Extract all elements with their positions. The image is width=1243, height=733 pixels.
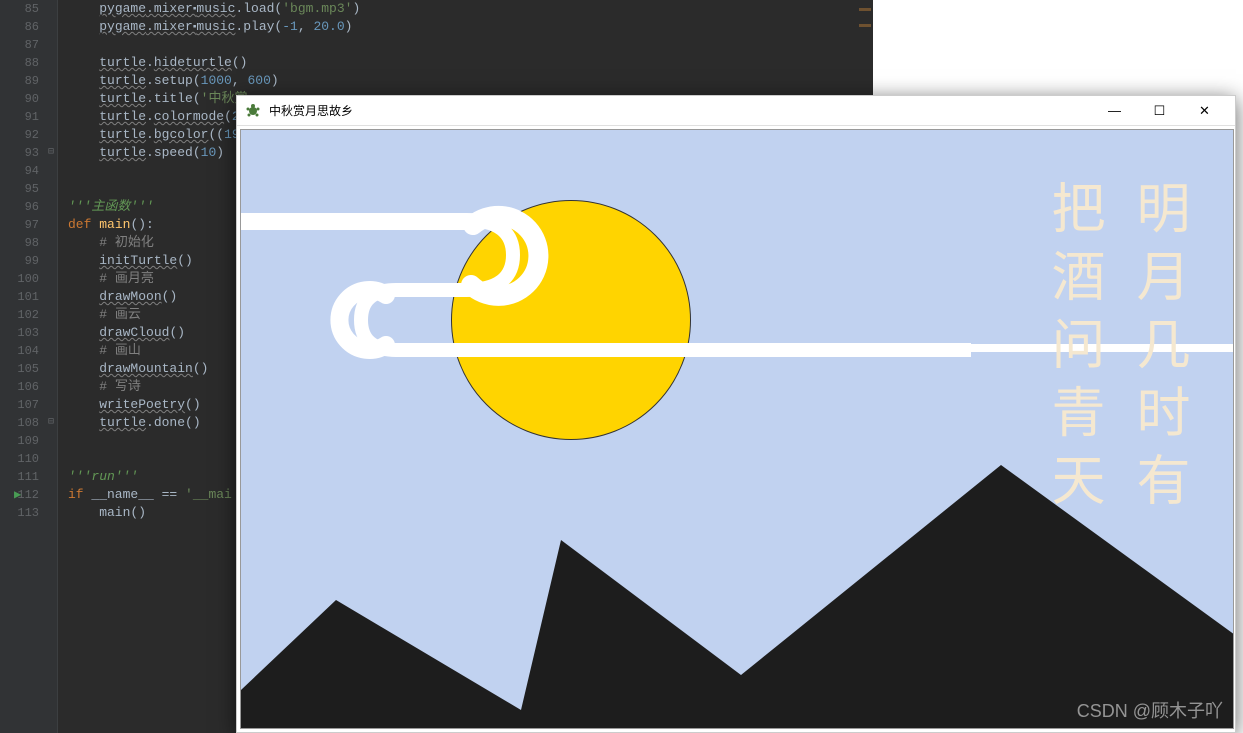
window-controls: — ☐ ✕ bbox=[1092, 97, 1227, 125]
window-title: 中秋赏月思故乡 bbox=[269, 102, 1092, 119]
maximize-button[interactable]: ☐ bbox=[1137, 97, 1182, 125]
turtle-canvas: 明月几时有 把酒问青天 bbox=[240, 129, 1234, 729]
watermark-text: CSDN @顾木子吖 bbox=[1077, 697, 1223, 723]
turtle-icon bbox=[245, 103, 261, 119]
minimize-button[interactable]: — bbox=[1092, 97, 1137, 125]
turtle-window: 中秋赏月思故乡 — ☐ ✕ 明月几时有 把酒问青天 bbox=[236, 95, 1236, 733]
line-gutter: 8586878889909192939495969798991001011021… bbox=[0, 0, 58, 733]
poetry-line-2: 把酒问青天 bbox=[1034, 180, 1113, 520]
window-titlebar[interactable]: 中秋赏月思故乡 — ☐ ✕ bbox=[237, 96, 1235, 126]
poetry-line-1: 明月几时有 bbox=[1119, 180, 1198, 520]
close-button[interactable]: ✕ bbox=[1182, 97, 1227, 125]
